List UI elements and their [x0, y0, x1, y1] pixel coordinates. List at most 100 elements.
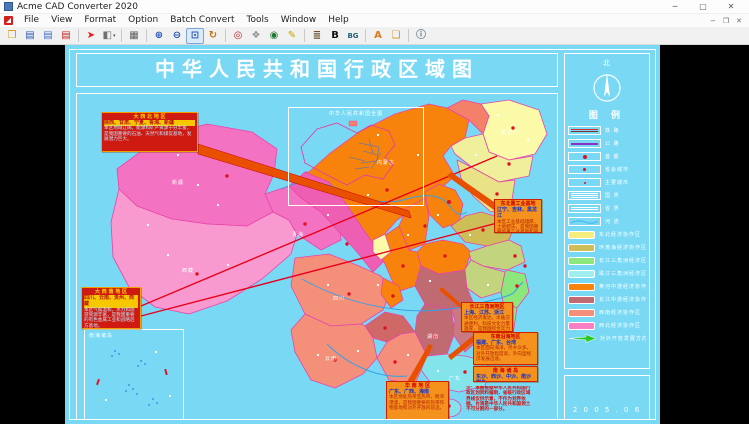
annotation-body: 本区气候温和，水力和旅游资源丰富，是我国重要的有色金属工业和战略后方基地。 [84, 307, 135, 329]
background-button[interactable]: BG [344, 28, 362, 44]
legend-box: 北 图 例 铁 路公 路首 都省会城市 主要城市国 界省 界河 流 东北经济协作区… [564, 53, 650, 369]
zoom-out-icon: ⊖ [172, 29, 182, 41]
maximize-button[interactable]: ▢ [689, 0, 717, 13]
annotation-body: 本区工业基础雄厚，土地肥沃，是我国重要的重工业基地和商品粮生产基地。 [497, 219, 539, 233]
find-icon: ◎ [233, 29, 243, 41]
about-button[interactable]: ⓘ [412, 28, 430, 44]
menu-window[interactable]: Window [275, 14, 323, 27]
menu-file[interactable]: File [18, 14, 45, 27]
print-button[interactable]: ▦ [125, 28, 143, 44]
minimize-button[interactable]: ─ [661, 0, 689, 13]
annotation-northwest: 大 西 北 地 区 陕西、甘肃、宁夏、青海、新疆 本区地域辽阔，能源和矿产资源十… [101, 112, 198, 152]
inset-south-sea-label: 南海诸岛 [89, 333, 114, 339]
zoom-extents-button[interactable]: ↻ [204, 28, 222, 44]
close-button[interactable]: ✕ [717, 0, 745, 13]
legend-area-label: 珠江三角洲经济区 [599, 271, 646, 277]
files-button[interactable]: ❑ [387, 28, 405, 44]
legend-item-label: 公 路 [605, 141, 620, 147]
save-all-button[interactable]: ▤ [39, 28, 57, 44]
legend-area-item: 长江三角洲经济区 [565, 254, 649, 267]
legend-item-railway: 铁 路 [565, 124, 649, 137]
river-icon [568, 217, 601, 226]
legend-area-label: 黄河中游经济协作区 [599, 284, 646, 290]
legend-color-swatch [568, 230, 595, 239]
railway-icon [568, 126, 601, 135]
toolbar-separator [78, 29, 79, 42]
convert-button[interactable]: ➤ [82, 28, 100, 44]
inset-south-sea: 南海诸岛 [84, 329, 184, 419]
save-button[interactable]: ▤ [21, 28, 39, 44]
menu-view[interactable]: View [45, 14, 78, 27]
capital-icon [568, 152, 601, 161]
inset-overview-label: 中华人民共和国全图 [328, 111, 383, 117]
capture-icon: ◧ [102, 29, 112, 41]
menu-format[interactable]: Format [78, 14, 122, 27]
pan-icon: ❖ [251, 29, 261, 41]
map-canvas[interactable]: 中华人民共和国行政区域图 新疆 西藏 青海 内蒙古 四川 云南 黑龙江 湖南 广… [65, 45, 660, 424]
font-button[interactable]: A [369, 28, 387, 44]
zoom-out-button[interactable]: ⊖ [168, 28, 186, 44]
annotation-body: 本区面向海洋，侨乡众多，对外开放程度高，外向型经济发展迅速。 [476, 346, 532, 363]
main-map-box: 新疆 西藏 青海 内蒙古 四川 云南 黑龙江 湖南 广东 中华人民共和国全图 南… [76, 93, 558, 420]
app-window: Acme CAD Converter 2020 ─ ▢ ✕ File View … [0, 0, 749, 424]
legend-item-highway: 公 路 [565, 137, 649, 150]
legend-area-item: 对外开放发展方向 [565, 332, 649, 345]
map-date: 2 0 0 5 . 0 6 [572, 406, 642, 414]
legend-area-item: 环渤海经济协作区 [565, 241, 649, 254]
annotation-islands: 南 海 诸 岛 东沙、西沙、中沙、南沙群岛 [473, 366, 538, 382]
menu-batch-convert[interactable]: Batch Convert [164, 14, 240, 27]
window-title: Acme CAD Converter 2020 [17, 1, 138, 12]
annotation-body: 本区地域辽阔，能源和矿产资源十分丰富，是我国重要的石油、天然气和煤炭基地，发展潜… [104, 126, 192, 143]
menu-help[interactable]: Help [322, 14, 355, 27]
province-capital-icon [568, 165, 601, 174]
menu-tools[interactable]: Tools [241, 14, 275, 27]
map-note: 注：本图根据中华人民共和国行政区划资料编制，省级行政区域界线仅供示意，不作为划界… [466, 386, 531, 413]
black-white-button[interactable]: B [326, 28, 344, 44]
mdi-minimize-button[interactable]: − [710, 15, 716, 27]
app-icon [4, 2, 13, 11]
pan-button[interactable]: ❖ [247, 28, 265, 44]
font-icon: A [374, 29, 382, 41]
legend-item-label: 国 界 [605, 193, 620, 199]
layers-button[interactable]: ≣ [308, 28, 326, 44]
markup-icon: ✎ [287, 29, 297, 41]
close-file-icon: ▤ [61, 29, 71, 41]
zoom-window-button[interactable]: ⊡ [186, 27, 204, 44]
legend-item-label: 铁 路 [605, 128, 620, 134]
province-boundary-icon [568, 204, 601, 213]
legend-item-label: 首 都 [605, 154, 620, 160]
mdi-close-button[interactable]: ✕ [736, 15, 742, 27]
legend-item-label: 省会城市 [605, 167, 630, 173]
menu-option[interactable]: Option [122, 14, 164, 27]
compass-icon [593, 73, 621, 102]
legend-item-label: 河 流 [605, 219, 620, 225]
mdi-restore-button[interactable]: ❐ [723, 15, 729, 27]
date-box: 2 0 0 5 . 0 6 [564, 375, 650, 420]
legend-color-swatch [568, 282, 595, 291]
map-title: 中华人民共和国行政区域图 [155, 57, 479, 81]
print-icon: ▦ [129, 29, 139, 41]
find-button[interactable]: ◎ [229, 28, 247, 44]
open-button[interactable]: ❒ [3, 28, 21, 44]
zoom-in-button[interactable]: ⊕ [150, 28, 168, 44]
toolbar-separator [146, 29, 147, 42]
legend-area-label: 西南经济协作区 [599, 310, 642, 316]
toolbar-separator [304, 29, 305, 42]
legend-item-province-boundary: 省 界 [565, 202, 649, 215]
toolbar-separator [365, 29, 366, 42]
legend-item-river: 河 流 [565, 215, 649, 228]
capture-button[interactable]: ◧ ▾ [100, 28, 118, 44]
inset-overview-drawing [300, 120, 396, 186]
legend-item-label: 主要城市 [605, 180, 630, 186]
annotation-south: 华 南 地 区 广东、广西、海南 本区地处热带亚热带，毗邻港澳，是我国重要的热带… [386, 381, 449, 419]
files-icon: ❑ [391, 29, 401, 41]
legend-color-swatch [568, 295, 595, 304]
legend-color-swatch [568, 269, 595, 278]
close-file-button[interactable]: ▤ [57, 28, 75, 44]
legend-area-item: 长江中游经济协作区 [565, 293, 649, 306]
zoom-in-icon: ⊕ [154, 29, 164, 41]
legend-area-label: 长江三角洲经济区 [599, 258, 646, 264]
view-eye-button[interactable]: ◉ [265, 28, 283, 44]
major-city-icon [568, 178, 601, 187]
markup-button[interactable]: ✎ [283, 28, 301, 44]
